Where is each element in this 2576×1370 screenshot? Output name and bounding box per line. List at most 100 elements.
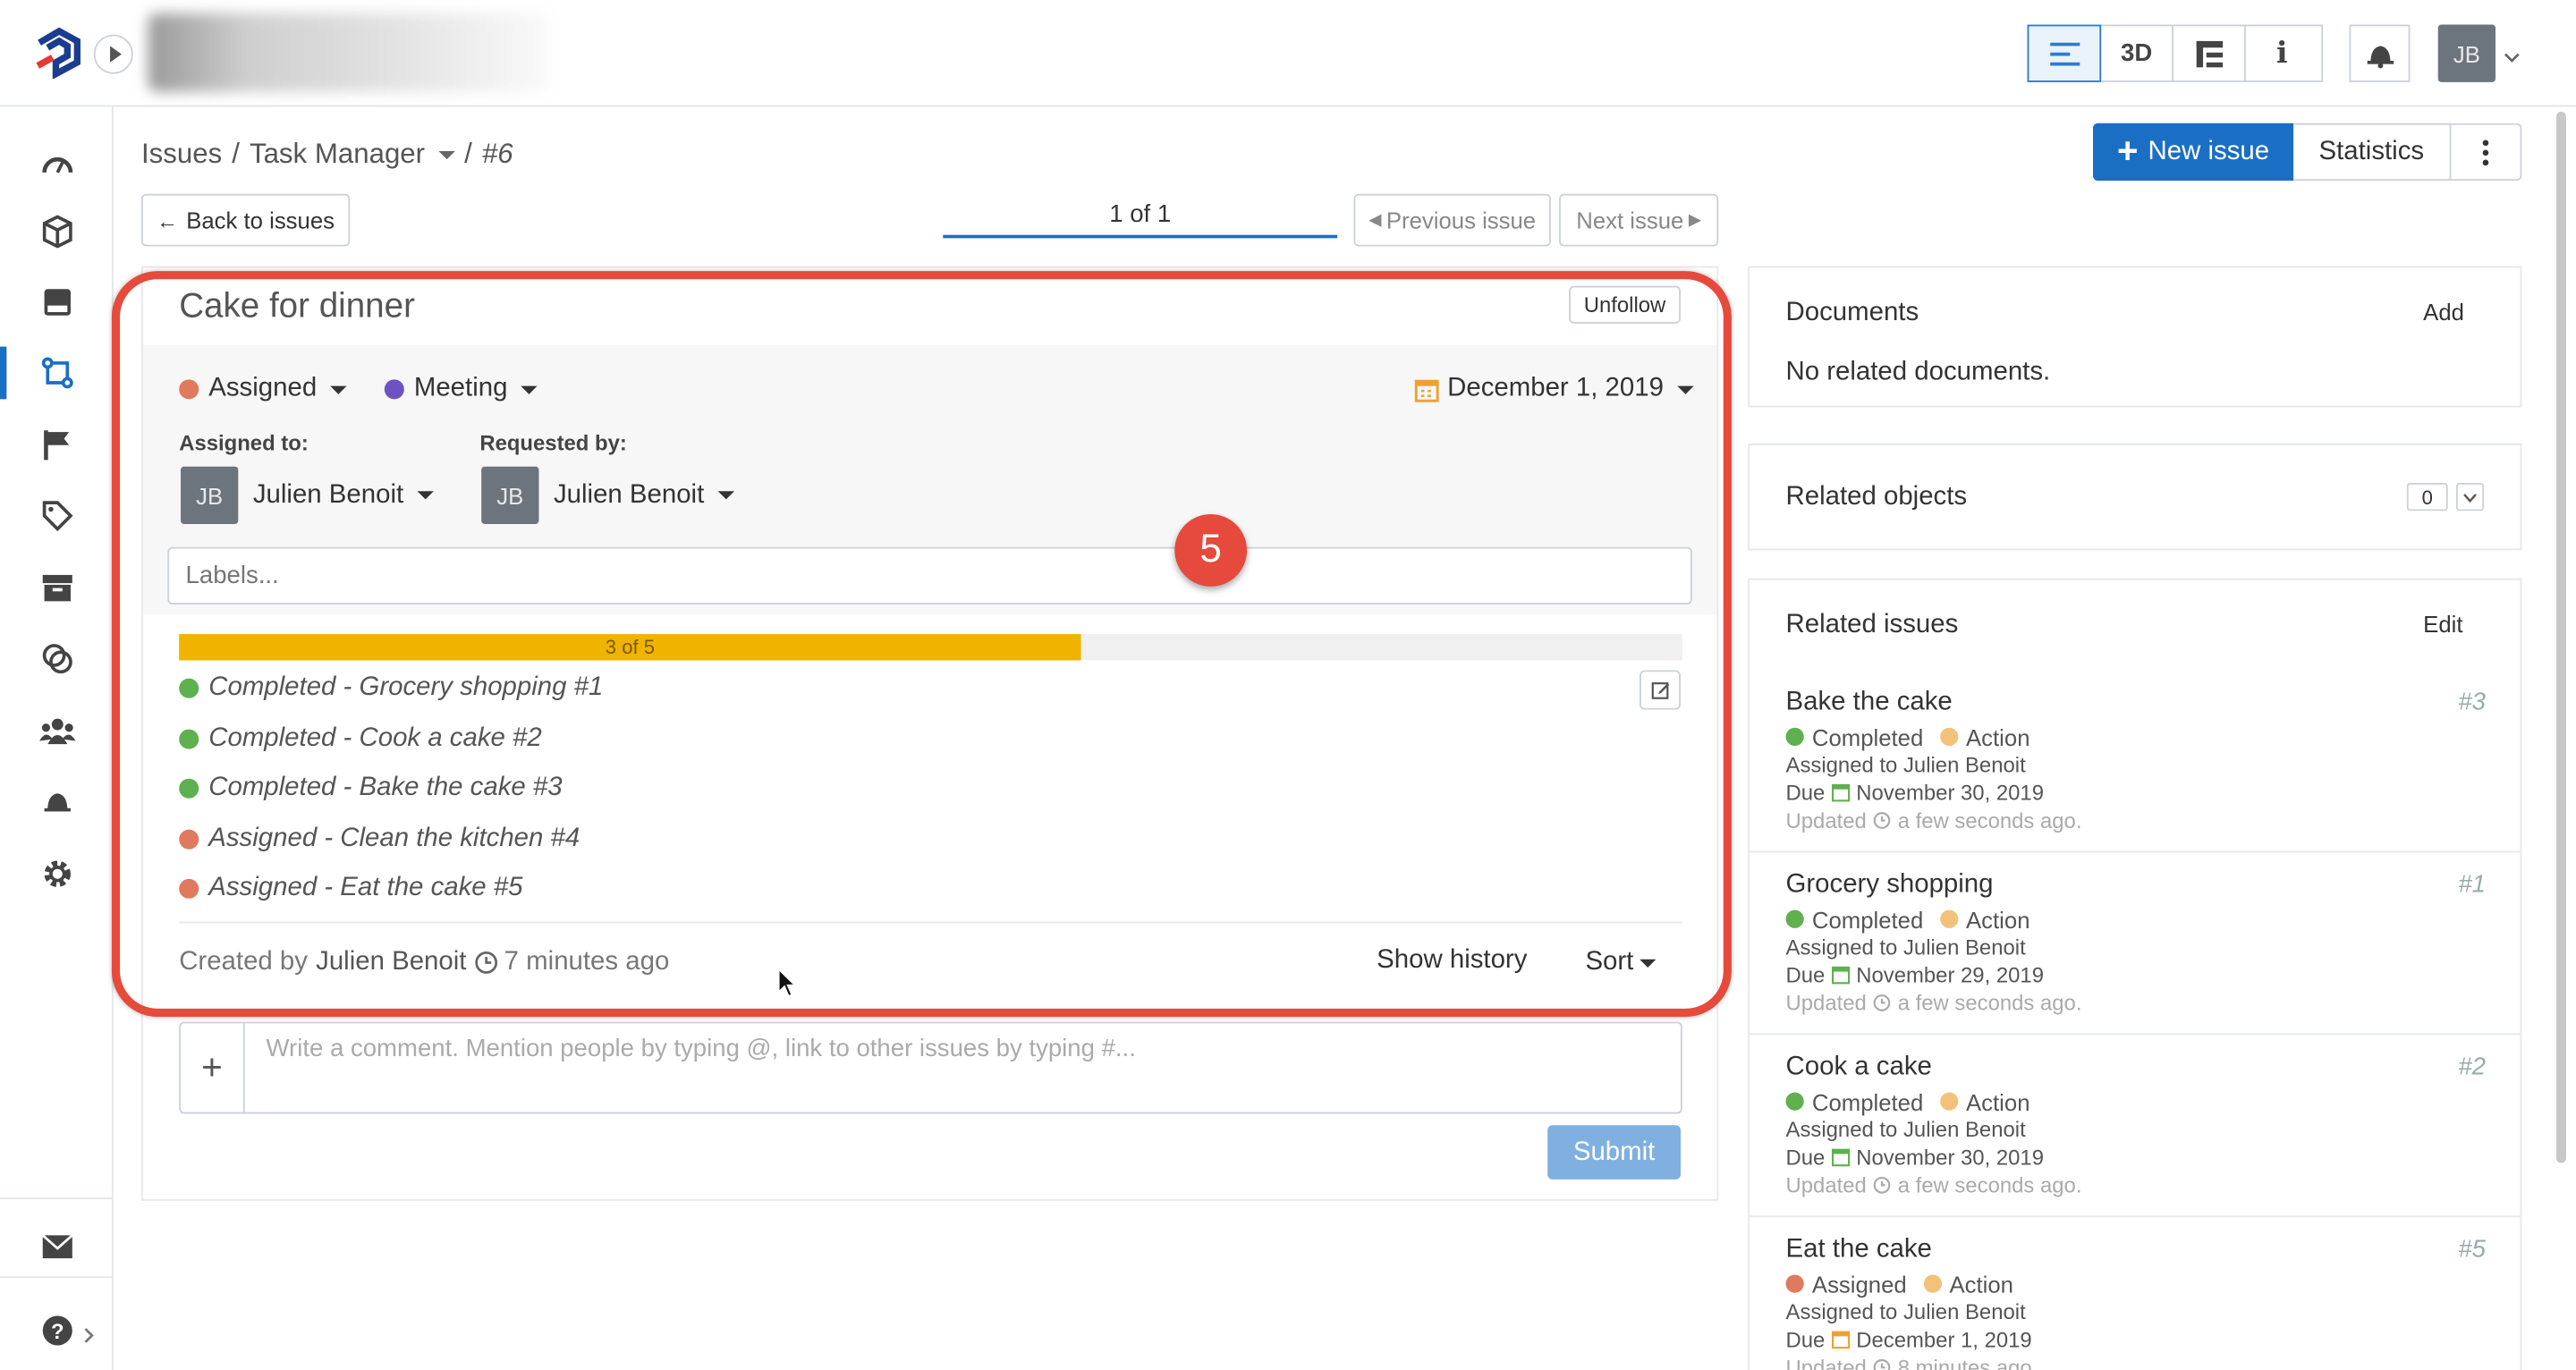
new-issue-button[interactable]: + New issue: [2093, 123, 2294, 182]
related-issue-tags: Completed Action: [1785, 723, 2493, 750]
more-options-button[interactable]: [2451, 123, 2522, 182]
related-issue-tags: Completed Action: [1785, 1087, 2493, 1115]
3d-view-button[interactable]: 3D: [2101, 26, 2174, 81]
user-menu-chevron-icon[interactable]: [2504, 43, 2520, 63]
breadcrumb-separator: /: [464, 138, 472, 170]
envelope-icon: [41, 1234, 73, 1259]
add-document-button[interactable]: Add: [2423, 299, 2464, 325]
annotation-badge: 5: [1174, 513, 1248, 587]
caret-down-icon: [437, 151, 455, 160]
link-circles-icon: [42, 644, 72, 674]
notifications-button[interactable]: [2349, 24, 2411, 82]
related-issue-item[interactable]: Grocery shopping #1 Completed Action Assigne…: [1785, 870, 2493, 1017]
bell-icon: [44, 793, 71, 812]
submit-comment-button[interactable]: Submit: [1547, 1125, 1681, 1180]
type-dot: [1923, 1274, 1942, 1293]
page-scrollbar[interactable]: [2555, 111, 2566, 1163]
related-issue-title[interactable]: Cook a cake: [1786, 1053, 2493, 1082]
calendar-icon: [1831, 1148, 1850, 1167]
archive-icon: [42, 574, 72, 602]
related-issue-assignee: Assigned to Julien Benoit: [1785, 934, 2026, 960]
edit-related-issues-button[interactable]: Edit: [2423, 611, 2462, 637]
view-switcher: 3D i: [2027, 24, 2324, 82]
play-icon: [109, 46, 121, 63]
related-issue-tags: Completed Action: [1785, 905, 2493, 933]
related-issue-updated: Updated a few seconds ago.: [1785, 990, 2082, 1016]
related-objects-toggle[interactable]: [2455, 483, 2485, 512]
related-issue-due: Due November 30, 2019: [1785, 1145, 2044, 1170]
calendar-icon: [1831, 783, 1850, 802]
related-objects-count: 0: [2406, 483, 2448, 512]
help-icon[interactable]: ?: [38, 1311, 77, 1350]
related-issue-item[interactable]: Eat the cake #5 Assigned Action Assigned to …: [1785, 1235, 2493, 1370]
back-to-issues-button[interactable]: ← Back to issues: [140, 193, 351, 247]
flag-icon: [44, 430, 70, 461]
tree-view-icon[interactable]: [2174, 26, 2246, 81]
mouse-cursor-icon: [777, 967, 798, 1007]
related-issue-item[interactable]: Cook a cake #2 Completed Action Assigned to …: [1785, 1053, 2493, 1198]
comment-input[interactable]: Write a comment. Mention people by typin…: [267, 1035, 1136, 1062]
chevron-down-icon: [2463, 493, 2477, 503]
related-issue-number: #2: [2458, 1053, 2486, 1081]
clock-icon: [1873, 994, 1891, 1011]
chevron-right-icon[interactable]: [84, 1323, 94, 1352]
chevron-left-icon: ◀: [1368, 211, 1382, 230]
sidebar-item-notifications[interactable]: [38, 782, 77, 821]
related-issue-number: #1: [2458, 870, 2486, 899]
sidebar-item-settings[interactable]: [38, 854, 77, 893]
type-dot: [1939, 909, 1958, 928]
related-issue-item[interactable]: Bake the cake #3 Completed Action Assigned t…: [1785, 688, 2493, 834]
related-issue-due: Due November 29, 2019: [1785, 962, 2044, 987]
active-indicator: [0, 346, 7, 400]
list-view-icon[interactable]: [2027, 24, 2102, 82]
sidebar-item-models[interactable]: [38, 212, 77, 251]
type-dot: [1939, 727, 1958, 746]
related-issue-number: #3: [2458, 688, 2486, 716]
highlight-annotation-outline: [111, 271, 1732, 1018]
related-issue-assignee: Assigned to Julien Benoit: [1785, 1299, 2026, 1324]
info-icon[interactable]: i: [2246, 26, 2318, 80]
add-attachment-button[interactable]: +: [181, 1023, 245, 1112]
users-icon: [39, 718, 76, 745]
plus-icon: +: [2116, 129, 2139, 171]
calendar-icon: [1831, 966, 1850, 985]
previous-issue-button[interactable]: ◀ Previous issue: [1353, 193, 1551, 247]
chevron-right-icon: ▶: [1688, 211, 1701, 230]
related-issue-title[interactable]: Eat the cake: [1786, 1235, 2493, 1264]
sidebar-item-dashboard[interactable]: [38, 143, 77, 182]
sidebar-item-tags[interactable]: [38, 496, 77, 536]
no-documents-text: No related documents.: [1785, 358, 2051, 386]
status-dot: [1785, 1274, 1804, 1293]
user-avatar[interactable]: JB: [2437, 24, 2496, 82]
related-issue-divider: [1750, 850, 2521, 853]
related-issue-divider: [1750, 1215, 2521, 1218]
related-issue-due: Due November 30, 2019: [1785, 780, 2044, 806]
gear-icon: [44, 860, 71, 887]
pager-input[interactable]: 1 of 1: [943, 200, 1338, 239]
sidebar-item-links[interactable]: [38, 639, 77, 679]
sidebar-item-storage[interactable]: [38, 283, 77, 322]
related-issue-title[interactable]: Grocery shopping: [1786, 871, 2493, 901]
bell-icon: [2366, 45, 2394, 68]
sidebar-expand-button[interactable]: [93, 34, 133, 74]
related-issue-updated: Updated a few seconds ago.: [1785, 808, 2082, 833]
related-issue-updated: Updated a few seconds ago.: [1785, 1172, 2082, 1198]
sidebar-item-flags[interactable]: [38, 426, 77, 465]
hard-drive-icon: [44, 289, 71, 316]
sidebar-item-inbox[interactable]: [38, 1227, 77, 1266]
sidebar-item-issues[interactable]: [38, 353, 77, 393]
breadcrumb-project[interactable]: Task Manager: [250, 138, 455, 171]
next-issue-button[interactable]: Next issue ▶: [1559, 193, 1719, 247]
gauge-icon: [42, 156, 73, 173]
breadcrumb-issues-link[interactable]: Issues: [141, 138, 222, 171]
sidebar-item-team[interactable]: [38, 711, 77, 750]
breadcrumb-issue-number: #6: [481, 138, 513, 170]
sidebar-item-archive[interactable]: [38, 569, 77, 608]
breadcrumb-separator: /: [232, 138, 240, 170]
related-issue-title[interactable]: Bake the cake: [1786, 689, 2493, 718]
related-issue-assignee: Assigned to Julien Benoit: [1785, 1117, 2026, 1142]
statistics-button[interactable]: Statistics: [2293, 123, 2452, 182]
status-dot: [1785, 727, 1804, 746]
app-logo-icon[interactable]: [33, 26, 82, 80]
vertical-ellipsis-icon: [2482, 139, 2489, 165]
